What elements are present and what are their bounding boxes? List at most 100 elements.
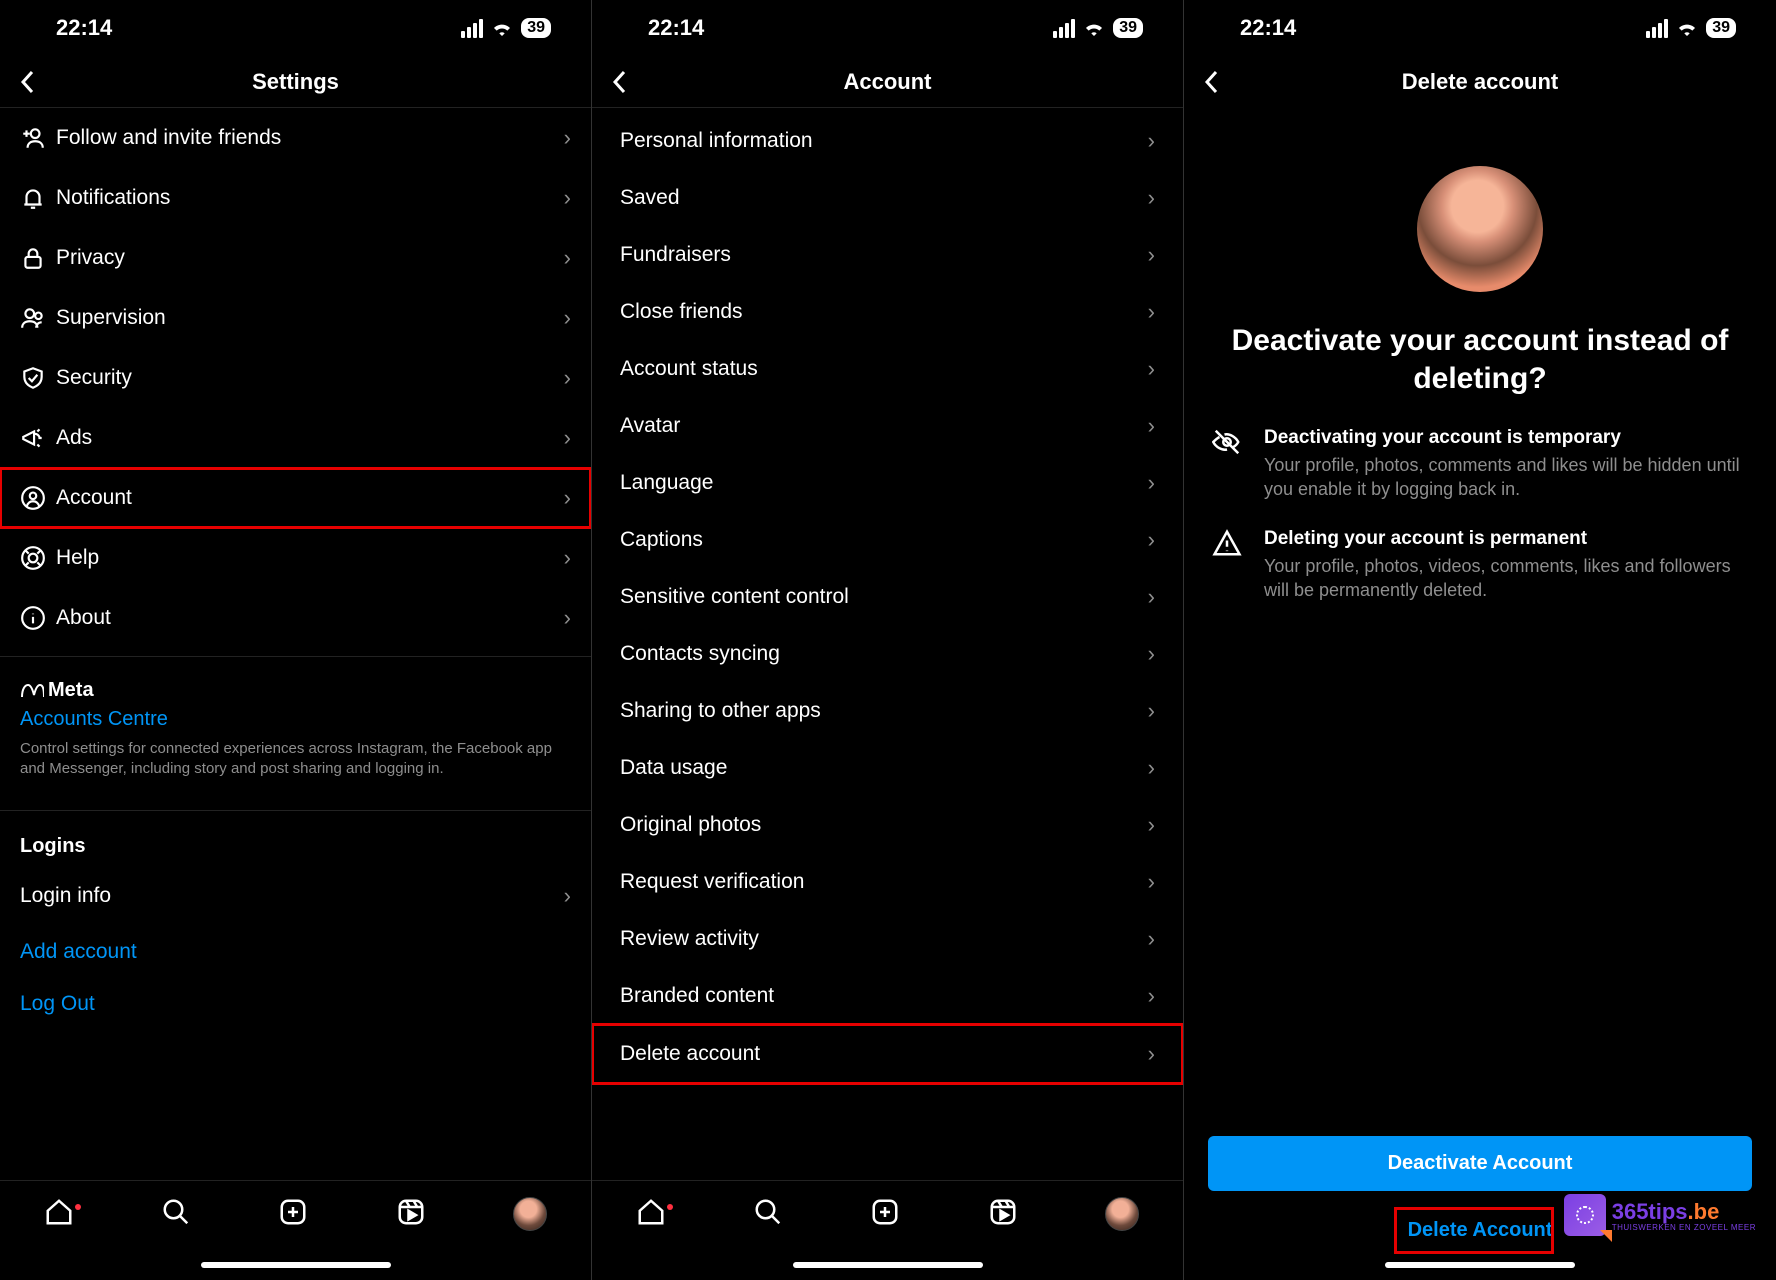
row-label: Account status (620, 357, 1148, 381)
row-label: Personal information (620, 129, 1148, 153)
row-account-status[interactable]: Account status› (592, 340, 1183, 397)
watermark-subtext: THUISWERKEN EN ZOVEEL MEER (1612, 1223, 1756, 1232)
tab-create[interactable] (870, 1197, 900, 1227)
phone-account: 22:14 39 Account Personal information› S… (592, 0, 1184, 1280)
back-button[interactable] (612, 70, 626, 94)
row-privacy[interactable]: Privacy › (0, 228, 591, 288)
shield-icon (20, 365, 56, 391)
row-follow-invite[interactable]: Follow and invite friends › (0, 108, 591, 168)
back-button[interactable] (1204, 70, 1218, 94)
row-label: Sensitive content control (620, 585, 1148, 609)
row-personal-info[interactable]: Personal information› (592, 112, 1183, 169)
chevron-right-icon: › (564, 305, 571, 331)
add-account-link[interactable]: Add account (0, 926, 591, 978)
chevron-right-icon: › (1148, 527, 1155, 553)
info-desc: Your profile, photos, videos, comments, … (1264, 554, 1748, 603)
meta-label: Meta (48, 679, 94, 702)
chevron-right-icon: › (564, 485, 571, 511)
row-label: Privacy (56, 246, 564, 270)
chevron-right-icon: › (1148, 128, 1155, 154)
phone-settings: 22:14 39 Settings Follow and invite frie… (0, 0, 592, 1280)
home-indicator[interactable] (201, 1262, 391, 1268)
divider (0, 656, 591, 657)
log-out-link[interactable]: Log Out (0, 978, 591, 1030)
info-delete: Deleting your account is permanent Your … (1212, 528, 1748, 603)
tab-create[interactable] (278, 1197, 308, 1227)
tab-reels[interactable] (396, 1197, 426, 1227)
page-title: Settings (252, 69, 339, 95)
row-saved[interactable]: Saved› (592, 169, 1183, 226)
deactivate-button[interactable]: Deactivate Account (1208, 1136, 1752, 1191)
notification-dot (75, 1204, 81, 1210)
chevron-right-icon: › (564, 605, 571, 631)
people-icon (20, 305, 56, 331)
chevron-right-icon: › (1148, 242, 1155, 268)
row-sharing-apps[interactable]: Sharing to other apps› (592, 682, 1183, 739)
row-data-usage[interactable]: Data usage› (592, 739, 1183, 796)
home-indicator[interactable] (793, 1262, 983, 1268)
chevron-right-icon: › (1148, 470, 1155, 496)
row-original-photos[interactable]: Original photos› (592, 796, 1183, 853)
tab-search[interactable] (753, 1197, 783, 1227)
help-icon (20, 545, 56, 571)
account-list: Personal information› Saved› Fundraisers… (592, 108, 1183, 1084)
row-close-friends[interactable]: Close friends› (592, 283, 1183, 340)
row-avatar[interactable]: Avatar› (592, 397, 1183, 454)
row-sensitive-content[interactable]: Sensitive content control› (592, 568, 1183, 625)
row-label: Request verification (620, 870, 1148, 894)
row-label: Help (56, 546, 564, 570)
logins-heading: Logins (0, 819, 591, 866)
row-request-verification[interactable]: Request verification› (592, 853, 1183, 910)
row-label: Close friends (620, 300, 1148, 324)
row-language[interactable]: Language› (592, 454, 1183, 511)
row-help[interactable]: Help › (0, 528, 591, 588)
status-bar: 22:14 39 (0, 0, 591, 56)
chevron-right-icon: › (564, 545, 571, 571)
accounts-centre-link[interactable]: Accounts Centre (20, 708, 571, 731)
row-supervision[interactable]: Supervision › (0, 288, 591, 348)
row-notifications[interactable]: Notifications › (0, 168, 591, 228)
divider (0, 810, 591, 811)
watermark-text: 365tips.be (1612, 1199, 1720, 1224)
chevron-right-icon: › (1148, 584, 1155, 610)
tab-home[interactable] (44, 1197, 74, 1227)
phone-delete: 22:14 39 Delete account Deactivate your … (1184, 0, 1776, 1280)
row-about[interactable]: About › (0, 588, 591, 648)
tab-search[interactable] (161, 1197, 191, 1227)
wifi-icon (1676, 20, 1698, 36)
tab-home[interactable] (636, 1197, 666, 1227)
heading: Deactivate your account instead of delet… (1212, 322, 1748, 397)
row-review-activity[interactable]: Review activity› (592, 910, 1183, 967)
row-captions[interactable]: Captions› (592, 511, 1183, 568)
back-button[interactable] (20, 70, 34, 94)
highlight-box (1394, 1207, 1554, 1254)
row-delete-account[interactable]: Delete account› (592, 1024, 1183, 1084)
row-login-info[interactable]: Login info › (0, 866, 591, 926)
meta-description: Control settings for connected experienc… (20, 739, 571, 794)
row-account[interactable]: Account › (0, 468, 591, 528)
status-time: 22:14 (648, 15, 704, 41)
row-contacts-syncing[interactable]: Contacts syncing› (592, 625, 1183, 682)
tab-profile[interactable] (1105, 1197, 1139, 1231)
info-icon (20, 605, 56, 631)
row-label: Follow and invite friends (56, 126, 564, 150)
chevron-right-icon: › (564, 185, 571, 211)
battery-indicator: 39 (1706, 18, 1736, 38)
eye-off-icon (1212, 427, 1244, 502)
row-security[interactable]: Security › (0, 348, 591, 408)
row-fundraisers[interactable]: Fundraisers› (592, 226, 1183, 283)
row-ads[interactable]: Ads › (0, 408, 591, 468)
tab-profile[interactable] (513, 1197, 547, 1231)
page-title: Account (844, 69, 932, 95)
chevron-right-icon: › (1148, 641, 1155, 667)
row-label: About (56, 606, 564, 630)
row-label: Data usage (620, 756, 1148, 780)
tab-reels[interactable] (988, 1197, 1018, 1227)
signal-icon (1053, 19, 1075, 38)
row-label: Review activity (620, 927, 1148, 951)
info-deactivate: Deactivating your account is temporary Y… (1212, 427, 1748, 502)
home-indicator[interactable] (1385, 1262, 1575, 1268)
row-branded-content[interactable]: Branded content› (592, 967, 1183, 1024)
signal-icon (1646, 19, 1668, 38)
info-title: Deleting your account is permanent (1264, 528, 1748, 550)
